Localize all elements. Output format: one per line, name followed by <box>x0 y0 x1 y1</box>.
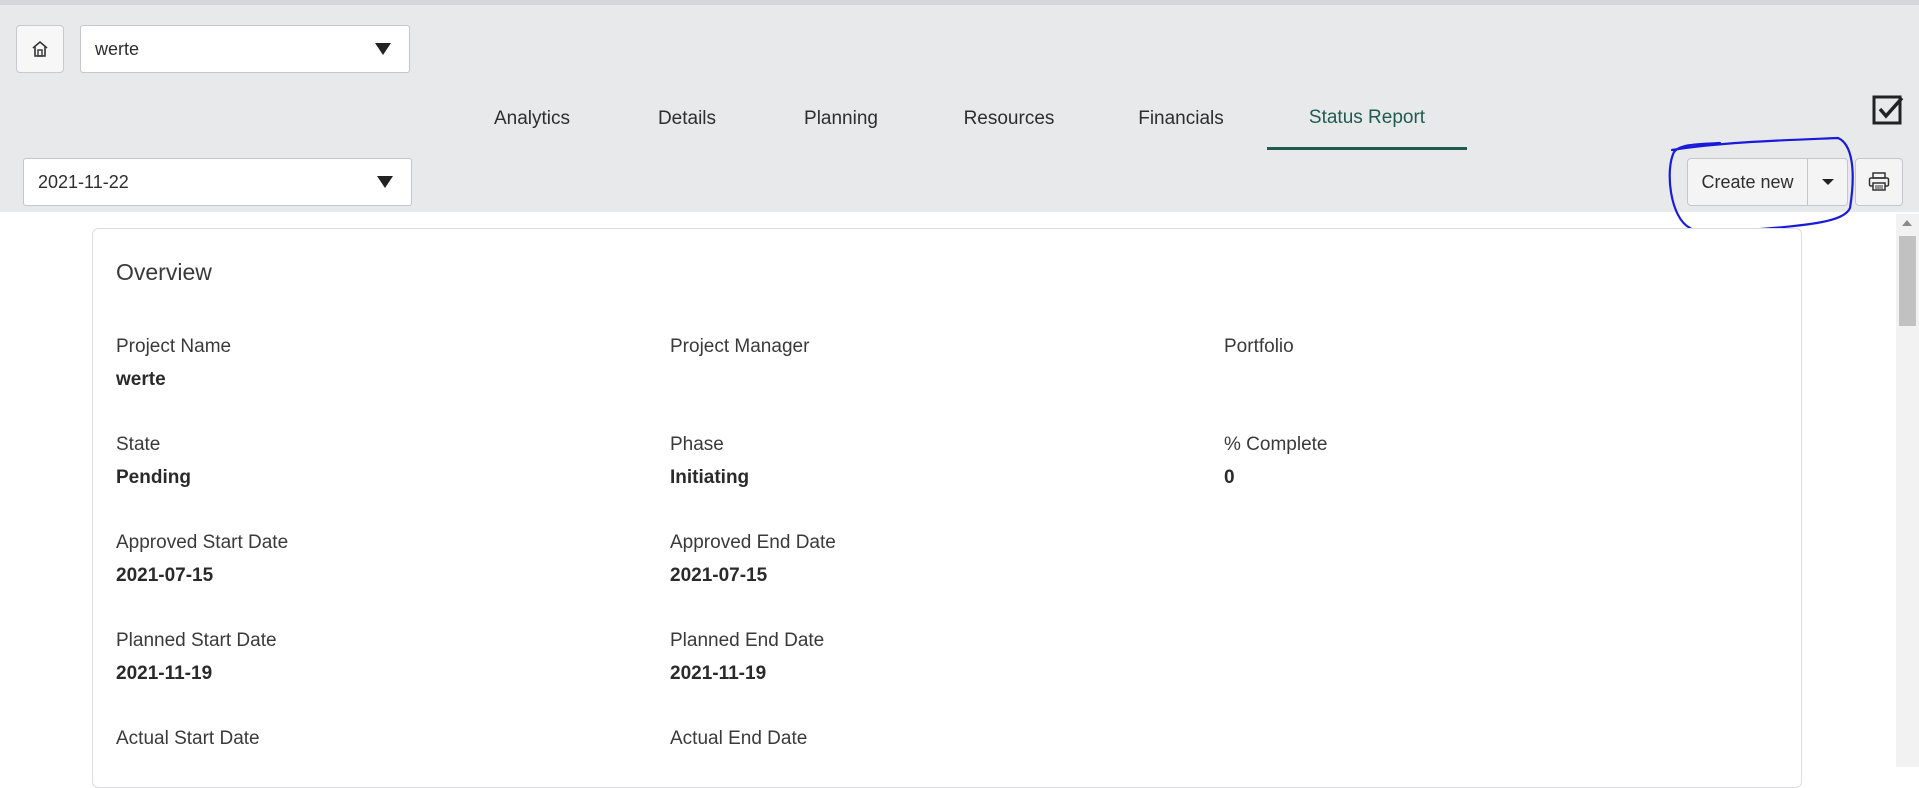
home-icon <box>32 40 48 57</box>
field-project-name: Project Name werte <box>116 335 636 392</box>
create-new-split-button: Create new <box>1687 158 1848 206</box>
field-actual-start-date: Actual Start Date <box>116 727 636 784</box>
create-new-label: Create new <box>1701 171 1794 192</box>
field-approved-end-date: Approved End Date 2021-07-15 <box>670 531 1190 588</box>
tab-status-report[interactable]: Status Report <box>1267 88 1467 150</box>
field-planned-end-date: Planned End Date 2021-11-19 <box>670 629 1190 686</box>
field-state: State Pending <box>116 433 636 490</box>
date-select-value: 2021-11-22 <box>38 171 129 192</box>
field-project-manager: Project Manager <box>670 335 1190 392</box>
field-label: Phase <box>670 434 724 455</box>
field-label: Actual End Date <box>670 728 808 749</box>
field-label: Planned Start Date <box>116 630 277 651</box>
field-label: Approved Start Date <box>116 532 289 553</box>
field-value <box>670 368 1190 392</box>
field-label: % Complete <box>1224 434 1328 455</box>
tab-label: Status Report <box>1308 106 1426 128</box>
scrollbar-thumb[interactable] <box>1899 236 1916 326</box>
caret-down-icon <box>1821 179 1834 185</box>
field-planned-start-date: Planned Start Date 2021-11-19 <box>116 629 636 686</box>
workspace-header: werte Analytics Details Planning Resourc… <box>0 5 1919 235</box>
field-value: 2021-07-15 <box>116 565 214 586</box>
field-value <box>116 760 636 784</box>
tab-label: Planning <box>804 108 878 129</box>
field-value: Pending <box>116 467 191 488</box>
field-phase: Phase Initiating <box>670 433 1190 490</box>
caret-down-icon <box>375 43 391 55</box>
field-portfolio: Portfolio <box>1224 335 1744 392</box>
tab-label: Details <box>657 108 717 129</box>
field-label: Actual Start Date <box>116 728 260 749</box>
vertical-scrollbar[interactable] <box>1896 214 1919 767</box>
tab-resources[interactable]: Resources <box>938 88 1080 150</box>
overview-title: Overview <box>116 259 212 285</box>
field-value: 2021-07-15 <box>670 565 768 586</box>
project-select-value: werte <box>95 38 140 59</box>
field-actual-end-date: Actual End Date <box>670 727 1190 784</box>
tab-label: Resources <box>963 108 1055 129</box>
status-report-date-select[interactable]: 2021-11-22 <box>23 158 412 206</box>
tab-label: Analytics <box>493 108 571 129</box>
field-label: State <box>116 434 161 455</box>
tab-details[interactable]: Details <box>622 88 752 150</box>
tab-bar: Analytics Details Planning Resources Fin… <box>0 88 1919 150</box>
caret-down-icon <box>377 176 393 188</box>
field-label: Planned End Date <box>670 630 825 651</box>
create-new-dropdown-toggle[interactable] <box>1808 159 1847 205</box>
field-percent-complete: % Complete 0 <box>1224 433 1744 490</box>
create-new-button[interactable]: Create new <box>1688 159 1808 205</box>
print-button[interactable] <box>1855 158 1903 206</box>
field-label: Portfolio <box>1224 336 1294 357</box>
field-label: Approved End Date <box>670 532 836 553</box>
field-value <box>670 760 1190 784</box>
field-value: 2021-11-19 <box>670 663 767 684</box>
tab-planning[interactable]: Planning <box>774 88 908 150</box>
field-value: 2021-11-19 <box>116 663 213 684</box>
tab-label: Financials <box>1138 108 1224 129</box>
scroll-up-arrow-icon[interactable] <box>1902 220 1912 226</box>
field-label: Project Manager <box>670 336 810 357</box>
printer-icon <box>1868 172 1890 191</box>
project-select[interactable]: werte <box>80 25 410 73</box>
field-value: werte <box>116 369 166 390</box>
tab-analytics[interactable]: Analytics <box>470 88 594 150</box>
field-value: Initiating <box>670 467 750 488</box>
checkbox-checked-icon[interactable] <box>1872 93 1904 125</box>
field-value: 0 <box>1224 467 1235 488</box>
field-value <box>1224 368 1744 392</box>
home-button[interactable] <box>16 25 64 73</box>
field-approved-start-date: Approved Start Date 2021-07-15 <box>116 531 636 588</box>
tab-financials[interactable]: Financials <box>1110 88 1252 150</box>
field-label: Project Name <box>116 336 232 357</box>
overview-card: Overview Project Name werte Project Mana… <box>92 228 1802 788</box>
